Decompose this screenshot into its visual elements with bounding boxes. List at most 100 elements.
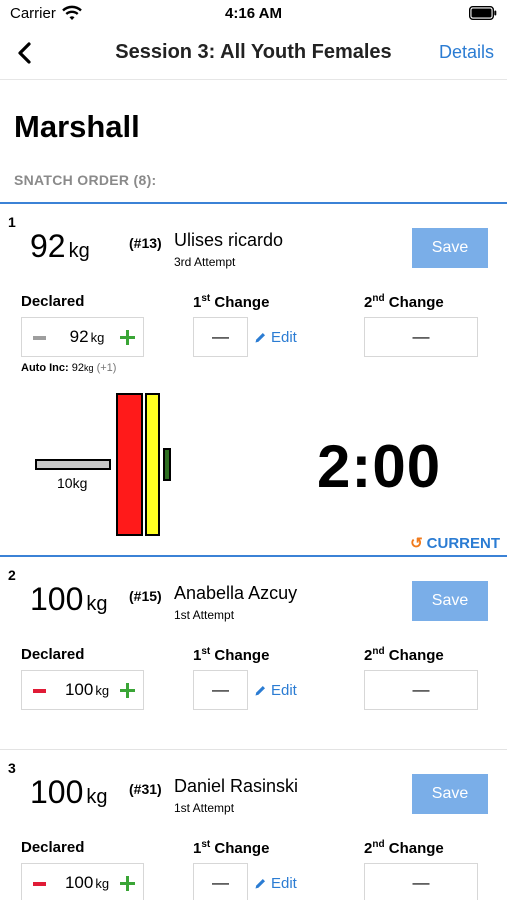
attempt-weight-value: 100 [30,581,84,617]
status-bar: Carrier 4:16 AM [0,0,507,28]
pencil-icon [255,686,265,696]
declared-weight: 100 [64,873,94,892]
first-change-label: 1st Change [193,293,269,311]
attempt-label: 1st Attempt [174,608,235,622]
lot-number: (#15) [129,588,162,604]
declared-weight: 92 [69,327,89,346]
first-change-label: 1st Change [193,646,269,664]
edit-label: Edit [271,875,297,892]
lot-number: (#13) [129,235,162,251]
second-change-label: 2nd Change [364,293,444,311]
second-change-word: Change [384,647,444,664]
second-change-suffix: nd [372,646,385,657]
weight-unit: kg [68,240,90,262]
auto-increment-info: Auto Inc: 92kg (+1) [21,362,116,374]
lifter-name: Daniel Rasinski [174,776,299,796]
edit-button[interactable]: Edit [255,875,297,892]
edit-button[interactable]: Edit [255,682,297,699]
current-status: ↺ CURRENT [410,534,500,552]
first-change-word: Change [210,647,270,664]
yellow-plate [145,393,160,536]
meet-name-heading: Marshall [14,109,140,144]
second-change-label: 2nd Change [364,646,444,664]
second-change-word: Change [384,294,444,311]
decrement-button[interactable] [33,336,46,340]
weight-unit: kg [86,593,108,615]
auto-inc-label: Auto Inc: [21,362,69,374]
barbell-sleeve [35,459,111,470]
auto-inc-value: 92 [71,362,84,374]
current-label: CURRENT [426,535,500,552]
weight-unit: kg [86,786,108,808]
second-change-suffix: nd [372,293,385,304]
lifter-order-number: 3 [8,760,16,776]
lifter-card: 1 92 kg (#13) Ulises ricardo 3rd Attempt … [0,202,507,557]
declared-label: Declared [21,293,85,310]
edit-label: Edit [271,329,297,346]
pencil-icon [255,879,265,889]
save-button[interactable]: Save [412,581,488,621]
second-change-word: Change [384,840,444,857]
page-title: Session 3: All Youth Females [115,41,392,63]
declared-value: 100 kg [58,680,116,700]
attempt-weight: 100 kg [30,774,108,811]
first-change-field[interactable]: — [193,863,248,900]
save-button[interactable]: Save [412,228,488,268]
declared-label: Declared [21,646,85,663]
first-change-suffix: st [201,646,211,657]
save-button[interactable]: Save [412,774,488,814]
attempt-label: 3rd Attempt [174,255,236,269]
attempt-timer: 2:00 [317,433,442,500]
increment-button[interactable] [120,330,135,345]
increment-button[interactable] [120,876,135,891]
declared-label: Declared [21,839,85,856]
first-change-field[interactable]: — [193,317,248,357]
lifter-order-number: 2 [8,567,16,583]
second-change-field[interactable]: — [364,670,478,710]
first-change-suffix: st [201,839,211,850]
first-change-label: 1st Change [193,839,269,857]
attempt-label: 1st Attempt [174,801,235,815]
snatch-order-label: SNATCH ORDER (8): [14,172,157,188]
second-change-label: 2nd Change [364,839,444,857]
declared-stepper: 100 kg [21,863,144,900]
first-change-word: Change [210,294,270,311]
pencil-icon [255,333,265,343]
edit-button[interactable]: Edit [255,329,297,346]
rotate-icon: ↺ [410,535,423,552]
auto-inc-increment: (+1) [96,362,117,374]
attempt-weight: 100 kg [30,581,108,618]
increment-button[interactable] [120,683,135,698]
attempt-weight-value: 92 [30,228,66,264]
battery-icon [469,6,497,20]
collar [163,448,171,481]
lifter-order-number: 1 [8,214,16,230]
bar-weight-label: 10kg [57,475,88,491]
auto-inc-unit: kg [83,363,94,373]
attempt-weight-value: 100 [30,774,84,810]
first-change-suffix: st [201,293,211,304]
second-change-suffix: nd [372,839,385,850]
lot-number: (#31) [129,781,162,797]
decrement-button[interactable] [33,689,46,693]
lifter-card: 3 100 kg (#31) Daniel Rasinski 1st Attemp… [0,750,507,900]
lifter-name: Ulises ricardo [174,230,284,250]
lifter-name: Anabella Azcuy [174,583,298,603]
declared-unit: kg [90,330,105,345]
first-change-field[interactable]: — [193,670,248,710]
attempt-weight: 92 kg [30,228,90,265]
details-button[interactable]: Details [439,42,494,63]
navigation-bar: Session 3: All Youth Females Details [0,28,507,80]
second-change-field[interactable]: — [364,317,478,357]
declared-weight: 100 [64,680,94,699]
edit-label: Edit [271,682,297,699]
first-change-word: Change [210,840,270,857]
lifter-card: 2 100 kg (#15) Anabella Azcuy 1st Attempt… [0,557,507,750]
declared-stepper: 92 kg [21,317,144,357]
decrement-button[interactable] [33,882,46,886]
declared-value: 100 kg [58,873,116,893]
status-time: 4:16 AM [225,5,282,22]
declared-stepper: 100 kg [21,670,144,710]
second-change-field[interactable]: — [364,863,478,900]
declared-unit: kg [95,683,110,698]
